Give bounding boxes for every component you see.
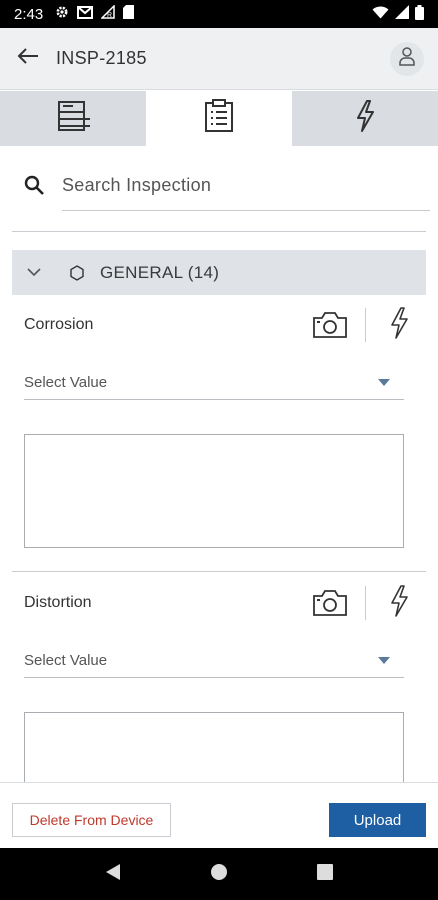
- clipboard-icon: [204, 99, 234, 138]
- signal-r-icon: R: [100, 4, 115, 23]
- tab-actions[interactable]: [292, 91, 438, 146]
- profile-button[interactable]: [390, 41, 424, 76]
- value-select[interactable]: Select Value: [24, 366, 404, 400]
- chevron-down-icon[interactable]: [14, 268, 54, 277]
- item-label: Distortion: [24, 594, 92, 611]
- delete-from-device-button[interactable]: Delete From Device: [12, 803, 171, 837]
- search-icon: [20, 175, 56, 197]
- notes-textarea[interactable]: [24, 712, 404, 782]
- upload-button[interactable]: Upload: [329, 803, 426, 837]
- mail-icon: [77, 5, 94, 23]
- value-select[interactable]: Select Value: [24, 644, 404, 678]
- form-icon: [56, 100, 90, 137]
- section-title: GENERAL (14): [100, 262, 220, 282]
- tab-bar: [0, 91, 438, 146]
- item-separator: [365, 586, 366, 620]
- nav-recents-icon[interactable]: [317, 863, 334, 885]
- bolt-icon[interactable]: [386, 584, 412, 618]
- svg-text:R: R: [107, 12, 112, 19]
- cell-signal-icon: [395, 5, 409, 23]
- search-input[interactable]: [62, 174, 430, 196]
- hexagon-icon: [62, 264, 92, 281]
- app-bar: INSP-2185: [0, 28, 438, 90]
- camera-icon[interactable]: [312, 310, 348, 340]
- tab-inspection[interactable]: [146, 91, 292, 146]
- section-header-general[interactable]: GENERAL (14): [12, 250, 426, 295]
- caret-down-icon: [378, 379, 390, 386]
- caret-down-icon: [378, 657, 390, 664]
- notes-textarea[interactable]: [24, 434, 404, 548]
- search-field-wrapper: [62, 160, 430, 211]
- status-bar: 2:43 R: [0, 0, 438, 28]
- bolt-icon: [354, 100, 376, 137]
- footer-bar: Delete From Device Upload: [0, 783, 438, 848]
- back-button[interactable]: [0, 28, 56, 90]
- search-bar: [20, 160, 430, 212]
- nav-home-icon[interactable]: [210, 863, 228, 886]
- battery-icon: [415, 4, 424, 24]
- select-placeholder: Select Value: [24, 652, 108, 669]
- item-label: Corrosion: [24, 316, 94, 333]
- item-separator: [365, 308, 366, 342]
- person-icon: [398, 46, 416, 71]
- page-title: INSP-2185: [56, 48, 147, 68]
- tab-details[interactable]: [0, 91, 146, 146]
- item-divider: [12, 571, 426, 572]
- sim-icon: [123, 5, 135, 23]
- wifi-icon: [372, 5, 389, 23]
- arrow-left-icon: [17, 47, 39, 70]
- gear-icon: [55, 5, 69, 23]
- camera-icon[interactable]: [312, 588, 348, 618]
- status-time: 2:43: [14, 5, 44, 23]
- nav-back-icon[interactable]: [105, 863, 121, 886]
- system-nav-bar: [0, 848, 438, 900]
- inspection-content[interactable]: GENERAL (14) Corrosion Select Value Dist…: [0, 232, 438, 782]
- bolt-icon[interactable]: [386, 306, 412, 340]
- select-placeholder: Select Value: [24, 374, 108, 391]
